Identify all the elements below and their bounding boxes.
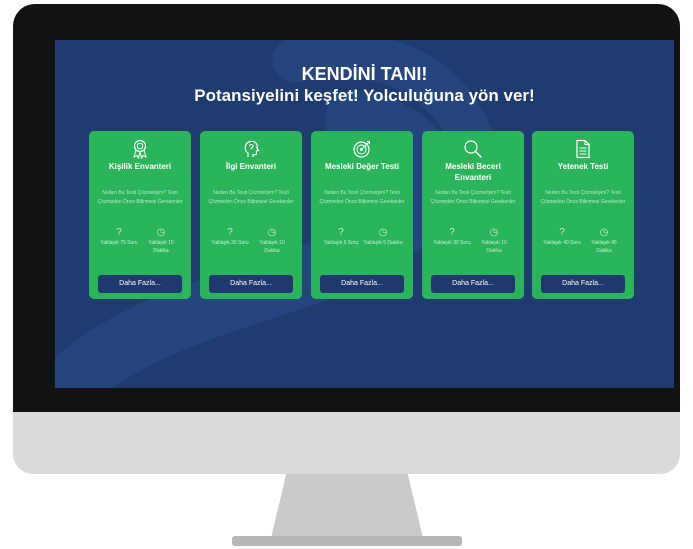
question-count: ? Yaklaşık 30 Soru bbox=[432, 227, 472, 247]
card-meta: ? Yaklaşık 30 Soru ◷ Yaklaşık 10 Dakika bbox=[200, 227, 302, 261]
card-description: Neden Bu Testi Çözmeliyim? Testi Çözmede… bbox=[319, 190, 405, 205]
question-count: ? Yaklaşık 5 Soru bbox=[321, 227, 361, 247]
test-card-mesleki-deger-testi: Mesleki Değer Testi Neden Bu Testi Çözme… bbox=[311, 131, 413, 299]
card-title: Mesleki Değer Testi bbox=[324, 162, 400, 171]
card-description: Neden Bu Testi Çözmeliyim? Testi Çözmede… bbox=[540, 190, 626, 205]
monitor: KENDİNİ TANI! Potansiyelini keşfet! Yolc… bbox=[13, 4, 680, 474]
head-profile-icon bbox=[200, 138, 302, 160]
card-title: Kişilik Envanteri bbox=[108, 162, 172, 171]
more-button[interactable]: Daha Fazla... bbox=[209, 275, 293, 293]
hero-title: KENDİNİ TANI! bbox=[301, 64, 428, 84]
hero-heading: KENDİNİ TANI! Potansiyelini keşfet! Yolc… bbox=[55, 63, 674, 107]
card-title: İlgi Envanteri bbox=[225, 162, 277, 171]
clock-icon: ◷ bbox=[599, 227, 609, 238]
clock-icon: ◷ bbox=[489, 227, 499, 238]
question-count-label: Yaklaşık 40 Soru bbox=[543, 240, 581, 246]
test-card-kisilik-envanteri: Kişilik Envanteri Neden Bu Testi Çözmeli… bbox=[89, 131, 191, 299]
duration: ◷ Yaklaşık 10 Dakika bbox=[474, 227, 514, 255]
more-button[interactable]: Daha Fazla... bbox=[541, 275, 625, 293]
question-icon: ? bbox=[559, 227, 565, 238]
question-icon: ? bbox=[116, 227, 122, 238]
card-description: Neden Bu Testi Çözmeliyim? Testi Çözmede… bbox=[208, 190, 294, 205]
card-meta: ? Yaklaşık 5 Soru ◷ Yaklaşık 5 Dakika bbox=[311, 227, 413, 261]
magnifier-icon bbox=[422, 138, 524, 160]
duration: ◷ Yaklaşık 5 Dakika bbox=[363, 227, 403, 247]
question-icon: ? bbox=[338, 227, 344, 238]
test-card-mesleki-beceri-envanteri: Mesleki Beceri Envanteri Neden Bu Testi … bbox=[422, 131, 524, 299]
card-meta: ? Yaklaşık 75 Soru ◷ Yaklaşık 15 Dakika bbox=[89, 227, 191, 261]
duration: ◷ Yaklaşık 45 Dakika bbox=[584, 227, 624, 255]
duration-label: Yaklaşık 10 Dakika bbox=[259, 240, 285, 254]
question-count-label: Yaklaşık 5 Soru bbox=[323, 240, 359, 246]
duration: ◷ Yaklaşık 10 Dakika bbox=[252, 227, 292, 255]
duration-label: Yaklaşık 10 Dakika bbox=[481, 240, 507, 254]
award-medal-icon bbox=[89, 138, 191, 160]
question-count-label: Yaklaşık 30 Soru bbox=[433, 240, 471, 246]
question-icon: ? bbox=[227, 227, 233, 238]
duration: ◷ Yaklaşık 15 Dakika bbox=[141, 227, 181, 255]
card-meta: ? Yaklaşık 30 Soru ◷ Yaklaşık 10 Dakika bbox=[422, 227, 524, 261]
duration-label: Yaklaşık 45 Dakika bbox=[591, 240, 617, 254]
question-icon: ? bbox=[449, 227, 455, 238]
duration-label: Yaklaşık 15 Dakika bbox=[148, 240, 174, 254]
monitor-chin bbox=[13, 412, 680, 474]
more-button[interactable]: Daha Fazla... bbox=[320, 275, 404, 293]
more-button[interactable]: Daha Fazla... bbox=[431, 275, 515, 293]
duration-label: Yaklaşık 5 Dakika bbox=[363, 240, 403, 246]
more-button[interactable]: Daha Fazla... bbox=[98, 275, 182, 293]
target-icon bbox=[311, 138, 413, 160]
card-title: Mesleki Beceri Envanteri bbox=[445, 162, 501, 182]
clock-icon: ◷ bbox=[378, 227, 388, 238]
card-title: Yetenek Testi bbox=[557, 162, 609, 171]
document-icon bbox=[532, 138, 634, 160]
hero-subtitle: Potansiyelini keşfet! Yolculuğuna yön ve… bbox=[194, 86, 535, 105]
test-card-yetenek-testi: Yetenek Testi Neden Bu Testi Çözmeliyim?… bbox=[532, 131, 634, 299]
test-cards: Kişilik Envanteri Neden Bu Testi Çözmeli… bbox=[89, 131, 634, 299]
monitor-stand-base bbox=[232, 536, 462, 546]
test-card-ilgi-envanteri: İlgi Envanteri Neden Bu Testi Çözmeliyim… bbox=[200, 131, 302, 299]
question-count: ? Yaklaşık 40 Soru bbox=[542, 227, 582, 247]
card-meta: ? Yaklaşık 40 Soru ◷ Yaklaşık 45 Dakika bbox=[532, 227, 634, 261]
clock-icon: ◷ bbox=[267, 227, 277, 238]
question-count-label: Yaklaşık 75 Soru bbox=[100, 240, 138, 246]
clock-icon: ◷ bbox=[156, 227, 166, 238]
question-count: ? Yaklaşık 75 Soru bbox=[99, 227, 139, 247]
screen: KENDİNİ TANI! Potansiyelini keşfet! Yolc… bbox=[55, 40, 674, 388]
question-count: ? Yaklaşık 30 Soru bbox=[210, 227, 250, 247]
card-description: Neden Bu Testi Çözmeliyim? Testi Çözmede… bbox=[430, 190, 516, 205]
card-description: Neden Bu Testi Çözmeliyim? Testi Çözmede… bbox=[97, 190, 183, 205]
monitor-stand-neck bbox=[271, 474, 423, 538]
question-count-label: Yaklaşık 30 Soru bbox=[211, 240, 249, 246]
